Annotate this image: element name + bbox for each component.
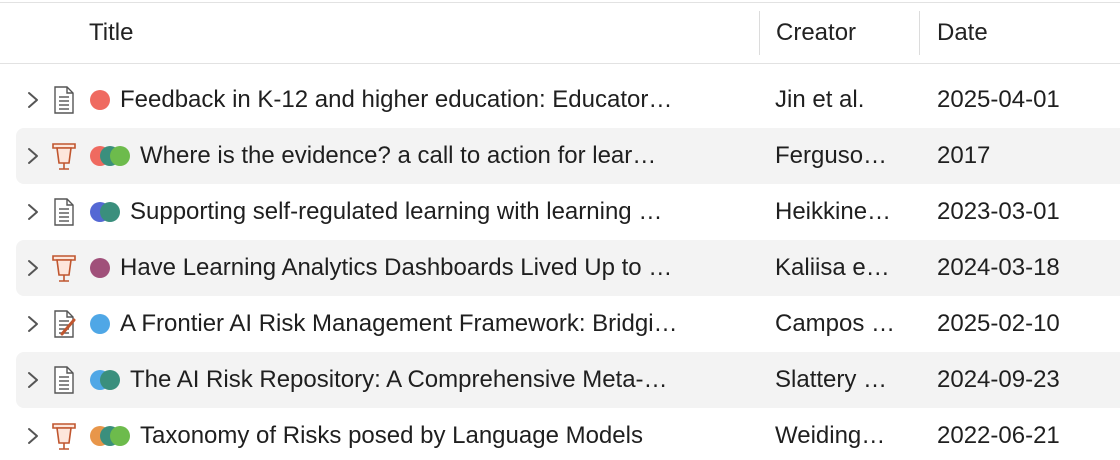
column-header-date[interactable]: Date [937, 3, 1107, 63]
chevron-right-icon[interactable] [26, 200, 40, 224]
manuscript-icon [52, 309, 76, 339]
color-tag-dot [110, 426, 130, 446]
table-row[interactable]: Where is the evidence? a call to action … [16, 128, 1120, 184]
column-header-bar: Title Creator Date [0, 2, 1120, 64]
item-creator: Weiding… [775, 422, 886, 449]
chevron-right-icon[interactable] [26, 424, 40, 448]
item-title: Taxonomy of Risks posed by Language Mode… [140, 422, 643, 449]
color-tag-dot [90, 90, 110, 110]
chevron-right-icon[interactable] [26, 144, 40, 168]
color-tag-dot [100, 370, 120, 390]
color-tag-dot [110, 146, 130, 166]
column-divider[interactable] [919, 11, 920, 55]
chevron-right-icon[interactable] [26, 312, 40, 336]
color-tags [90, 202, 120, 222]
column-divider[interactable] [759, 11, 760, 55]
color-tags [90, 426, 130, 446]
item-date: 2023-03-01 [937, 198, 1060, 225]
color-tag-dot [90, 314, 110, 334]
document-icon [52, 365, 76, 395]
item-date: 2022-06-21 [937, 422, 1060, 449]
item-title: Where is the evidence? a call to action … [140, 142, 657, 169]
color-tags [90, 314, 110, 334]
color-tags [90, 90, 110, 110]
table-row[interactable]: Have Learning Analytics Dashboards Lived… [16, 240, 1120, 296]
item-creator: Heikkine… [775, 198, 892, 225]
item-title: The AI Risk Repository: A Comprehensive … [130, 366, 668, 393]
item-creator: Jin et al. [775, 86, 865, 113]
table-row[interactable]: Taxonomy of Risks posed by Language Mode… [16, 408, 1120, 460]
color-tag-dot [100, 202, 120, 222]
items-table: Title Creator Date Feedback in K-12 and … [0, 0, 1120, 460]
item-date: 2024-09-23 [937, 366, 1060, 393]
color-tags [90, 258, 110, 278]
item-date: 2025-02-10 [937, 310, 1060, 337]
item-creator: Slattery … [775, 366, 888, 393]
column-header-title[interactable]: Title [89, 3, 689, 63]
document-icon [52, 85, 76, 115]
item-date: 2017 [937, 142, 991, 169]
item-creator: Kaliisa e… [775, 254, 890, 281]
color-tag-dot [90, 258, 110, 278]
chevron-right-icon[interactable] [26, 256, 40, 280]
document-icon [52, 197, 76, 227]
item-title: Feedback in K-12 and higher education: E… [120, 86, 673, 113]
item-title: Supporting self-regulated learning with … [130, 198, 663, 225]
presentation-icon [52, 141, 76, 171]
chevron-right-icon[interactable] [26, 368, 40, 392]
item-date: 2025-04-01 [937, 86, 1060, 113]
color-tags [90, 146, 130, 166]
item-title: A Frontier AI Risk Management Framework:… [120, 310, 678, 337]
presentation-icon [52, 421, 76, 451]
item-date: 2024-03-18 [937, 254, 1060, 281]
table-row[interactable]: Supporting self-regulated learning with … [16, 184, 1120, 240]
table-row[interactable]: A Frontier AI Risk Management Framework:… [16, 296, 1120, 352]
presentation-icon [52, 253, 76, 283]
item-creator: Campos … [775, 310, 896, 337]
item-creator: Ferguso… [775, 142, 888, 169]
table-row[interactable]: The AI Risk Repository: A Comprehensive … [16, 352, 1120, 408]
item-title: Have Learning Analytics Dashboards Lived… [120, 254, 673, 281]
chevron-right-icon[interactable] [26, 88, 40, 112]
color-tags [90, 370, 120, 390]
table-row[interactable]: Feedback in K-12 and higher education: E… [16, 72, 1120, 128]
column-header-creator[interactable]: Creator [776, 3, 906, 63]
